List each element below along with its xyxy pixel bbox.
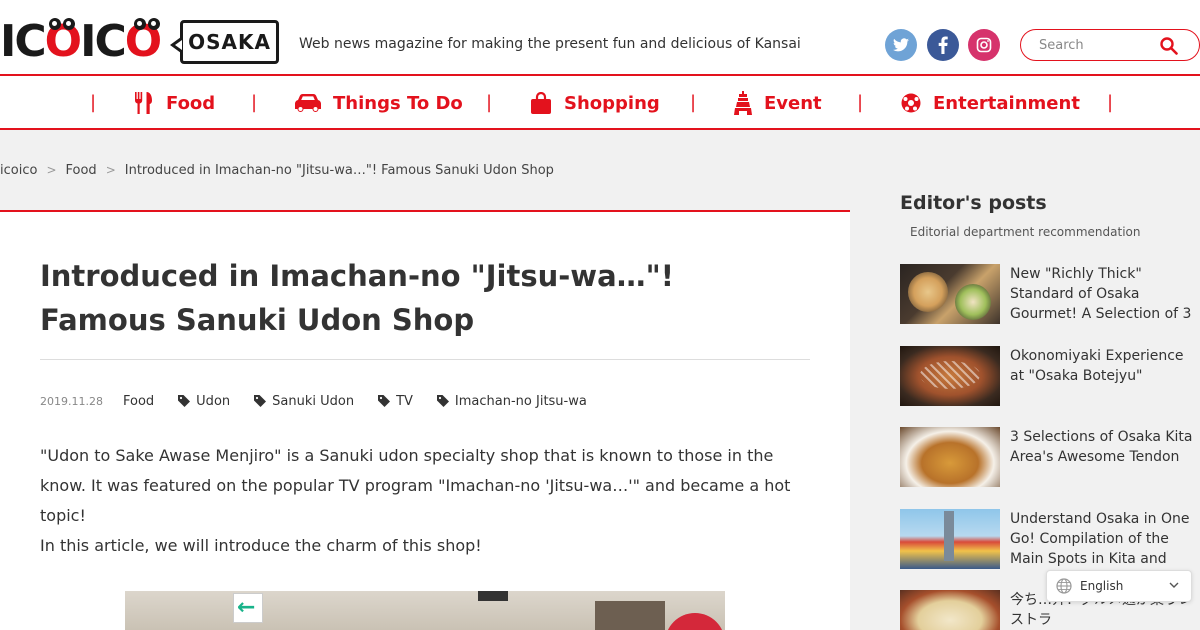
breadcrumb-category[interactable]: Food	[66, 163, 97, 178]
search-input[interactable]	[1039, 34, 1159, 56]
shopping-bag-icon	[531, 92, 551, 114]
nav-separator: |	[857, 92, 864, 113]
sidebar-post[interactable]: Okonomiyaki Experience at "Osaka Botejyu…	[900, 346, 1200, 408]
ball-icon	[901, 93, 921, 113]
tag-label: Udon	[196, 393, 231, 409]
article-paragraph: In this article, we will introduce the c…	[40, 536, 482, 555]
tag-label: Imachan-no Jitsu-wa	[454, 393, 587, 409]
nav-item-entertainment[interactable]: Entertainment	[901, 88, 1080, 118]
image-detail	[665, 613, 725, 630]
tag-label: Sanuki Udon	[272, 393, 355, 409]
tag-icon	[436, 395, 449, 407]
tag-imachan-no-jitsu-wa[interactable]: Imachan-no Jitsu-wa	[436, 393, 587, 409]
image-detail	[595, 601, 665, 630]
exit-arrow-sign-icon	[233, 593, 263, 623]
breadcrumb-home[interactable]: icoico	[0, 163, 37, 178]
nav-separator: |	[1107, 92, 1114, 113]
breadcrumb: icoico > Food > Introduced in Imachan-no…	[0, 160, 554, 180]
sidebar-post[interactable]: Understand Osaka in One Go! Compilation …	[900, 509, 1200, 571]
tag-sanuki-udon[interactable]: Sanuki Udon	[254, 394, 354, 409]
post-thumbnail	[900, 590, 1000, 630]
title-divider	[40, 359, 810, 360]
post-title: 3 Selections of Osaka Kita Area's Awesom…	[1010, 429, 1193, 465]
article-date: 2019.11.28	[40, 394, 103, 408]
nav-item-food[interactable]: Food	[134, 88, 215, 118]
sidebar-title: Editor's posts	[900, 192, 1047, 214]
logo-eyes-icon	[49, 18, 75, 30]
tower-icon	[734, 91, 752, 115]
article-title: Introduced in Imachan-no "Jitsu-wa…"! Fa…	[40, 259, 674, 337]
tag-tv[interactable]: TV	[378, 394, 413, 409]
tag-icon	[178, 395, 191, 407]
article-paragraph: "Udon to Sake Awase Menjiro" is a Sanuki…	[40, 446, 791, 525]
nav-item-label: Shopping	[564, 92, 660, 114]
article-meta: 2019.11.28 Food Udon Sanuki Udon TV Imac…	[40, 390, 587, 412]
sidebar-post[interactable]: 3 Selections of Osaka Kita Area's Awesom…	[900, 427, 1200, 489]
nav-item-shopping[interactable]: Shopping	[530, 88, 660, 118]
language-selector[interactable]: English	[1046, 570, 1192, 602]
logo-region-badge: OSAKA	[170, 20, 279, 64]
post-title: Understand Osaka in One Go! Compilation …	[1010, 511, 1190, 567]
nav-item-event[interactable]: Event	[734, 88, 822, 118]
post-thumbnail	[900, 346, 1000, 406]
post-title: New "Richly Thick" Standard of Osaka Gou…	[1010, 266, 1192, 322]
nav-separator: |	[690, 92, 697, 113]
car-icon	[295, 94, 321, 112]
post-title: Okonomiyaki Experience at "Osaka Botejyu…	[1010, 348, 1184, 384]
article-category[interactable]: Food	[123, 394, 154, 409]
facebook-icon[interactable]	[927, 29, 959, 61]
breadcrumb-separator-icon: >	[105, 163, 116, 177]
tag-icon	[254, 395, 267, 407]
nav-item-things-to-do[interactable]: Things To Do	[295, 88, 463, 118]
tag-udon[interactable]: Udon	[178, 394, 230, 409]
nav-item-label: Entertainment	[933, 92, 1080, 114]
tag-label: TV	[396, 393, 413, 409]
sidebar-subtitle: Editorial department recommendation	[910, 225, 1141, 239]
post-thumbnail	[900, 264, 1000, 324]
main-nav: | Food | Things To Do | Shopping | Event…	[0, 74, 1200, 130]
post-thumbnail	[900, 427, 1000, 487]
language-label: English	[1080, 579, 1124, 593]
fork-knife-icon	[135, 92, 152, 114]
nav-separator: |	[486, 92, 493, 113]
instagram-icon[interactable]	[968, 29, 1000, 61]
tag-icon	[378, 395, 391, 407]
site-tagline: Web news magazine for making the present…	[299, 36, 801, 52]
globe-icon	[1056, 578, 1072, 594]
site-header: ICOICO OSAKA Web news magazine for makin…	[0, 0, 1200, 76]
article-card: Introduced in Imachan-no "Jitsu-wa…"! Fa…	[0, 210, 850, 630]
sidebar-post[interactable]: New "Richly Thick" Standard of Osaka Gou…	[900, 264, 1200, 326]
post-thumbnail	[900, 509, 1000, 569]
nav-item-label: Food	[166, 92, 216, 114]
site-logo[interactable]: ICOICO OSAKA	[0, 18, 279, 68]
nav-separator: |	[90, 92, 97, 113]
nav-item-label: Things To Do	[333, 92, 463, 114]
search-icon[interactable]	[1160, 37, 1178, 55]
article-hero-image	[125, 591, 725, 630]
nav-item-label: Event	[764, 92, 822, 114]
breadcrumb-current: Introduced in Imachan-no "Jitsu-wa…"! Fa…	[124, 162, 554, 178]
logo-eyes-icon	[134, 18, 160, 30]
breadcrumb-separator-icon: >	[46, 163, 57, 177]
chevron-down-icon	[1169, 582, 1179, 588]
image-detail	[478, 591, 508, 601]
nav-separator: |	[251, 92, 258, 113]
twitter-icon[interactable]	[885, 29, 917, 61]
